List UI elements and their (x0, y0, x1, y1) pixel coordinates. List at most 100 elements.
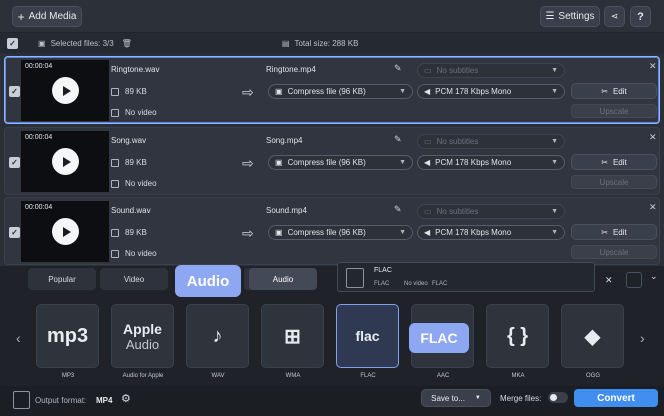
close-icon[interactable]: ✕ (649, 202, 657, 213)
format-label: AAC (436, 373, 450, 379)
subtitles-value: No subtitles (436, 137, 479, 146)
close-icon[interactable]: ✕ (605, 275, 613, 286)
format-tile[interactable]: flac (336, 304, 399, 368)
settings-button[interactable]: ☰ Settings (540, 6, 600, 27)
file-icon (111, 87, 119, 96)
file-row[interactable]: ✓ 00:00:04 Ringtone.wav 89 KB No video ⇨… (4, 56, 660, 124)
subtitles-value: No subtitles (436, 66, 479, 75)
format-label: FLAC (360, 373, 376, 379)
format-label: WAV (211, 373, 225, 379)
format-logo-icon: Apple (123, 320, 162, 337)
help-button[interactable]: ? (630, 6, 651, 27)
convert-arrow-icon: ⇨ (242, 155, 254, 171)
audio-track-select[interactable]: ◀ PCM 178 Kbps Mono ▼ (417, 155, 565, 170)
edit-button[interactable]: ✂ Edit (571, 83, 657, 99)
share-button[interactable]: ⋖ (604, 6, 625, 27)
play-icon[interactable] (52, 148, 79, 175)
save-to-button[interactable]: Save to... ▼ (421, 389, 491, 407)
subtitles-icon: ▭ (424, 137, 432, 146)
subtitles-select[interactable]: ▭ No subtitles ▼ (417, 63, 565, 78)
speaker-icon: ◀ (424, 158, 431, 167)
row-checkbox[interactable]: ✓ (9, 86, 20, 97)
format-label: MKA (511, 373, 525, 379)
compress-select[interactable]: ▣ Compress file (96 KB) ▼ (268, 155, 413, 170)
tooltip-video: No video (404, 281, 428, 287)
audio-track-select[interactable]: ◀ PCM 178 Kbps Mono ▼ (417, 84, 565, 99)
source-video: No video (111, 249, 157, 258)
video-value: No video (125, 179, 157, 188)
size-icon: ▤ (281, 38, 290, 48)
rename-icon[interactable]: ✎ (394, 63, 408, 76)
output-format-value[interactable]: MP4 (96, 396, 112, 405)
gear-icon[interactable]: ⚙ (121, 392, 131, 405)
compress-select[interactable]: ▣ Compress file (96 KB) ▼ (268, 84, 413, 99)
chevron-down-icon: ▼ (551, 229, 558, 236)
convert-button[interactable]: Convert (574, 389, 658, 407)
format-tile[interactable]: ♪ (186, 304, 249, 368)
file-icon (111, 228, 119, 237)
size-value: 89 KB (125, 228, 147, 237)
add-media-button[interactable]: + Add Media (12, 6, 82, 27)
format-tile[interactable]: Apple Audio (111, 304, 174, 368)
file-row[interactable]: ✓ 00:00:04 Song.wav 89 KB No video ⇨ Son… (4, 127, 660, 195)
video-thumbnail[interactable]: 00:00:04 (21, 131, 109, 192)
rename-icon[interactable]: ✎ (394, 134, 408, 147)
sliders-icon: ☰ (545, 11, 555, 22)
duration-label: 00:00:04 (25, 63, 53, 70)
edit-button[interactable]: ✂ Edit (571, 154, 657, 170)
row-checkbox[interactable]: ✓ (9, 227, 20, 238)
collapse-chevron-icon[interactable]: ⌄ (650, 271, 658, 282)
play-icon[interactable] (52, 218, 79, 245)
speaker-icon: ◀ (424, 87, 431, 96)
audio-track-select[interactable]: ◀ PCM 178 Kbps Mono ▼ (417, 225, 565, 240)
panel-settings-icon[interactable] (626, 272, 642, 288)
tooltip-title: FLAC (374, 267, 392, 274)
file-row[interactable]: ✓ 00:00:04 Sound.wav 89 KB No video ⇨ So… (4, 197, 660, 265)
tab-video[interactable]: Video (100, 268, 168, 290)
subtitles-select[interactable]: ▭ No subtitles ▼ (417, 134, 565, 149)
chevron-down-icon: ▼ (551, 159, 558, 166)
settings-label: Settings (558, 11, 595, 22)
source-video: No video (111, 108, 157, 117)
total-size-text: Total size: 288 KB (294, 38, 359, 48)
tab-popular[interactable]: Popular (28, 268, 96, 290)
output-filename[interactable]: Song.mp4 (266, 136, 302, 145)
subtitles-value: No subtitles (436, 207, 479, 216)
select-all-checkbox[interactable]: ✓ (7, 37, 18, 49)
edit-button[interactable]: ✂ Edit (571, 224, 657, 240)
audio-value: PCM 178 Kbps Mono (435, 87, 512, 96)
audio-value: PCM 178 Kbps Mono (435, 158, 512, 167)
upscale-label: Upscale (599, 106, 629, 116)
trash-icon[interactable]: 🗑 (122, 39, 132, 48)
tab-audio-active[interactable]: Audio (249, 268, 317, 290)
upscale-button[interactable]: Upscale (571, 245, 657, 259)
source-video: No video (111, 179, 157, 188)
scroll-right-icon[interactable]: › (640, 330, 645, 346)
format-tile[interactable]: { } (486, 304, 549, 368)
subtitles-select[interactable]: ▭ No subtitles ▼ (417, 204, 565, 219)
video-thumbnail[interactable]: 00:00:04 (21, 60, 109, 121)
output-filename[interactable]: Sound.mp4 (266, 206, 307, 215)
scroll-left-icon[interactable]: ‹ (16, 330, 21, 346)
close-icon[interactable]: ✕ (649, 132, 657, 143)
help-label: ? (637, 10, 644, 23)
output-filename[interactable]: Ringtone.mp4 (266, 65, 316, 74)
format-tile[interactable]: ◆ (561, 304, 624, 368)
merge-toggle[interactable] (548, 392, 568, 403)
video-thumbnail[interactable]: 00:00:04 (21, 201, 109, 262)
rename-icon[interactable]: ✎ (394, 204, 408, 217)
duration-label: 00:00:04 (25, 204, 53, 211)
tools-icon: ✂ (601, 227, 608, 237)
bottom-bar: Output format: MP4 ⚙ Save to... ▼ Merge … (0, 386, 664, 416)
format-tile[interactable]: ⊞ (261, 304, 324, 368)
video-icon (111, 249, 119, 258)
close-icon[interactable]: ✕ (649, 61, 657, 72)
upscale-button[interactable]: Upscale (571, 175, 657, 189)
format-tile[interactable]: mp3 (36, 304, 99, 368)
tooltip-audio: FLAC (374, 281, 390, 287)
compress-select[interactable]: ▣ Compress file (96 KB) ▼ (268, 225, 413, 240)
play-icon[interactable] (52, 77, 79, 104)
row-checkbox[interactable]: ✓ (9, 157, 20, 168)
compress-icon: ▣ (275, 228, 283, 237)
upscale-button[interactable]: Upscale (571, 104, 657, 118)
